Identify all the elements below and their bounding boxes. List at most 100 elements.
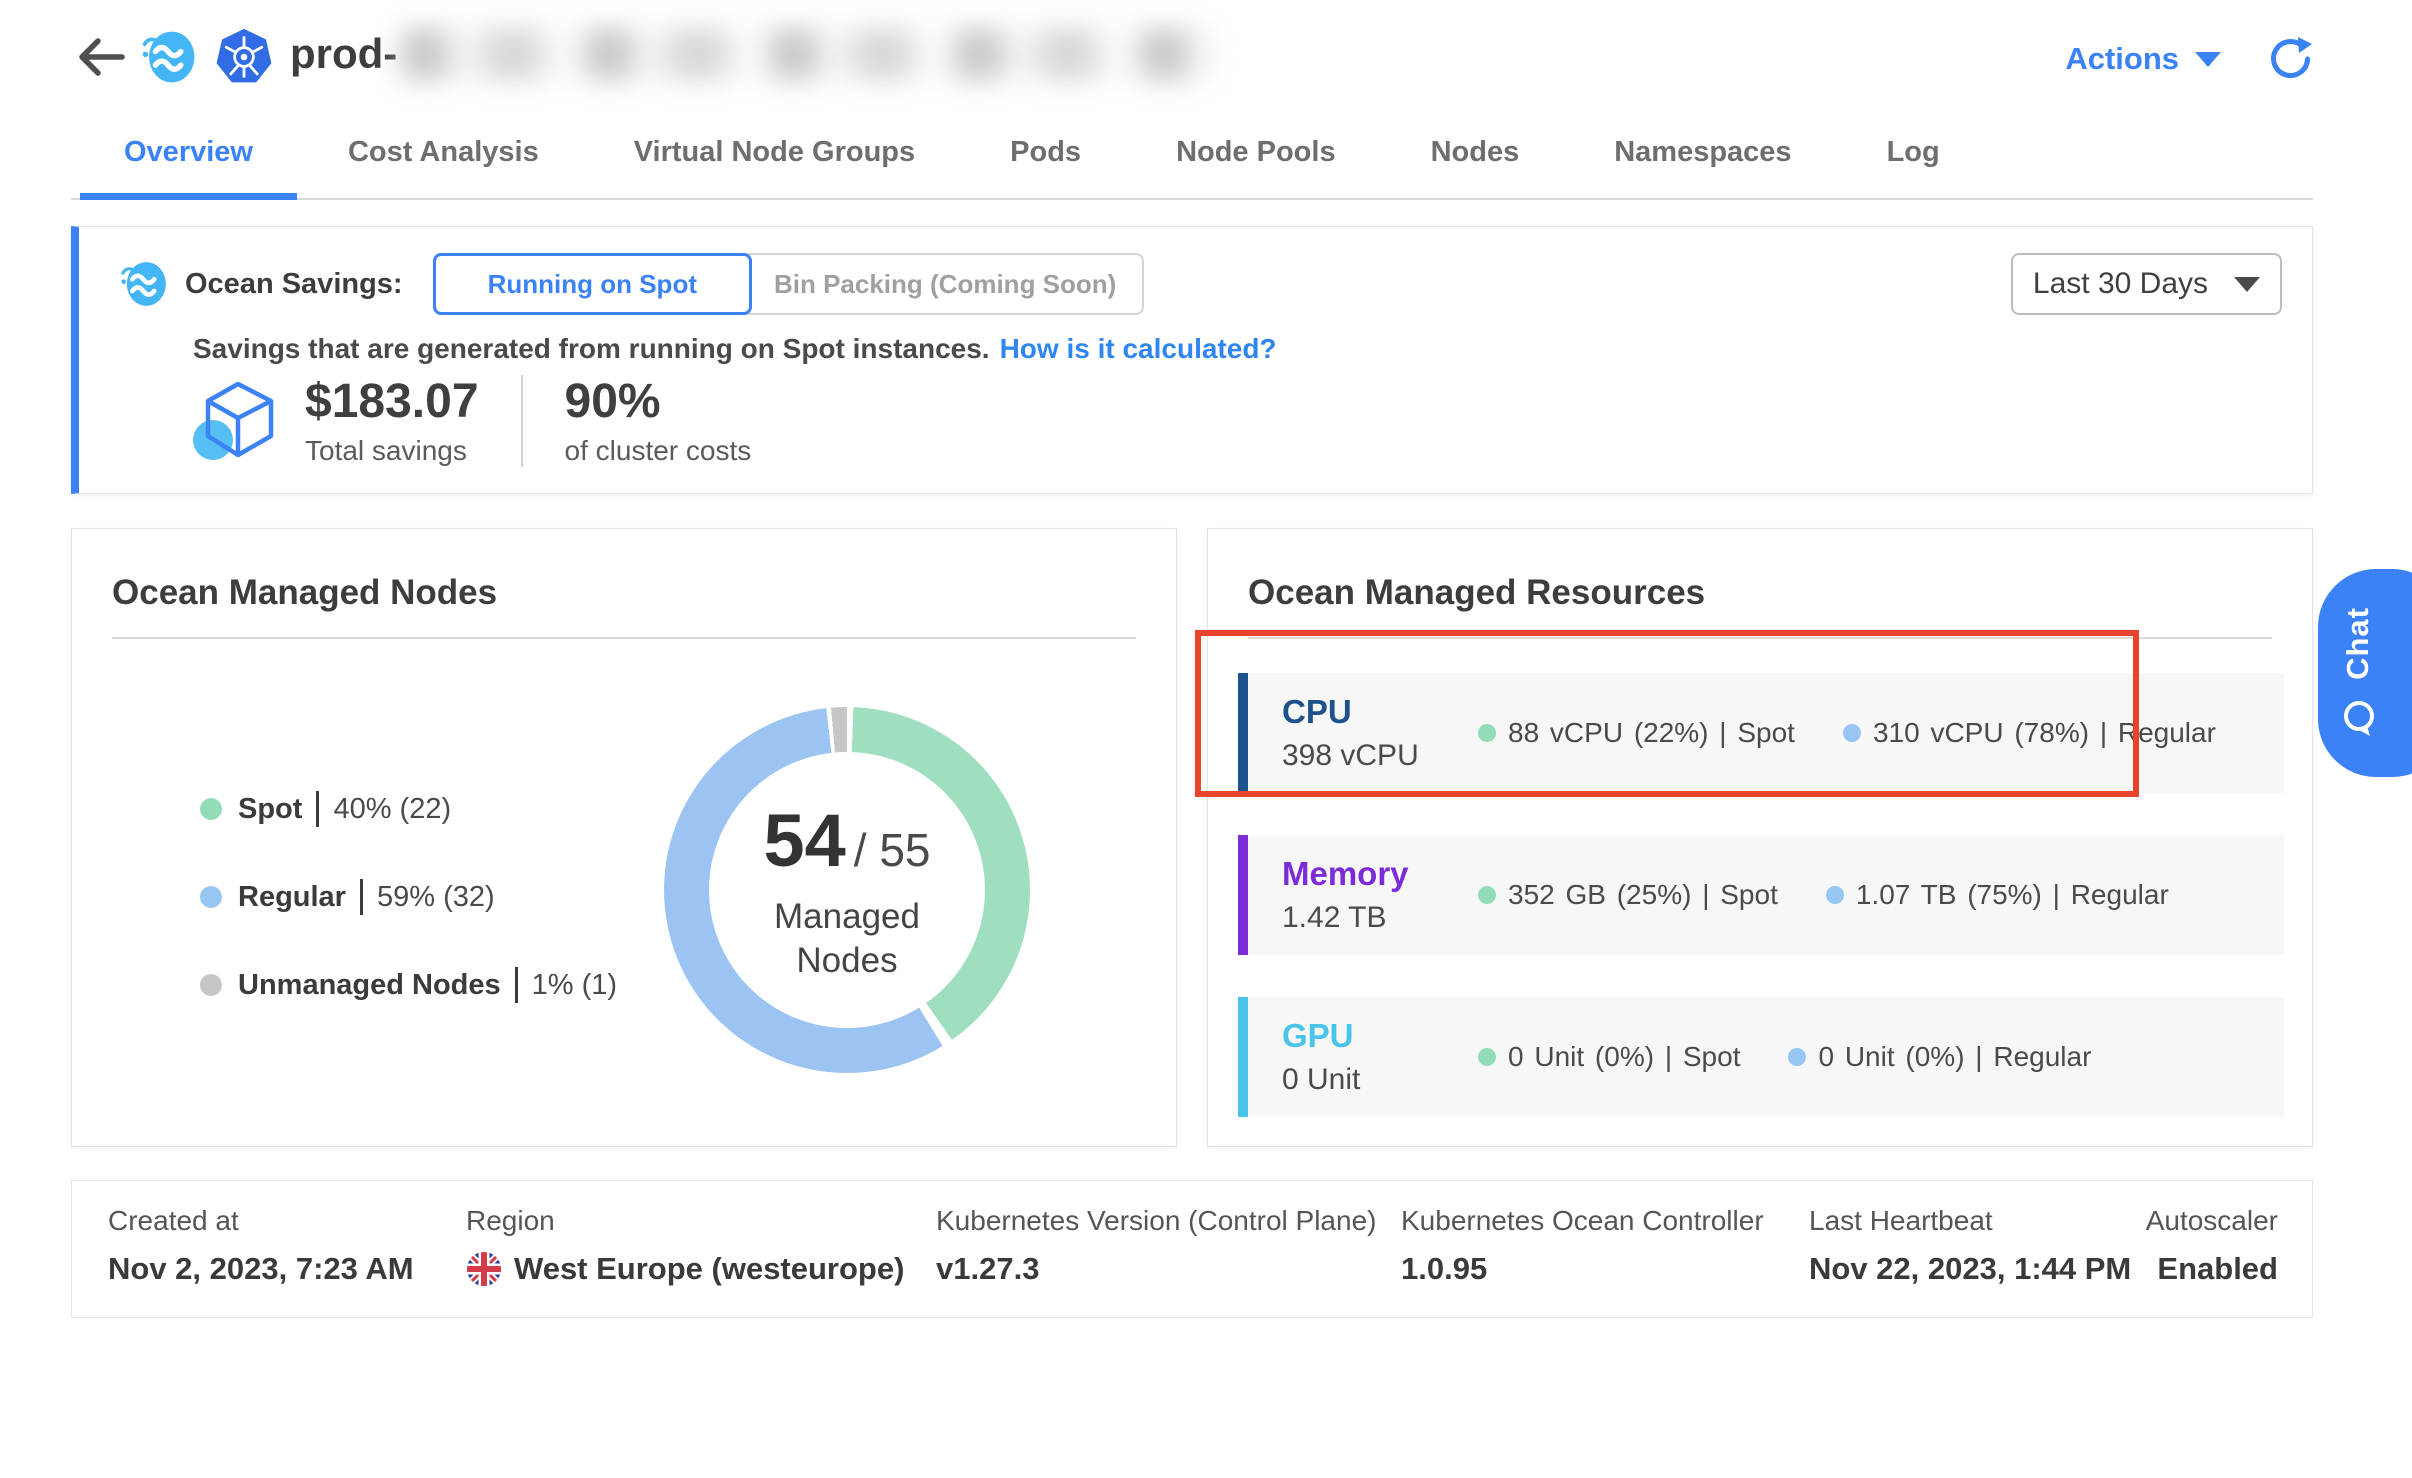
- unmanaged-dot-icon: [200, 974, 222, 996]
- tab-overview[interactable]: Overview: [124, 106, 253, 198]
- ocean-managed-resources-panel: Ocean Managed Resources CPU 398 vCPU 88 …: [1207, 528, 2313, 1147]
- gpu-spot-text: 0 Unit (0%) | Spot: [1508, 1041, 1740, 1073]
- footer-value: West Europe (westeurope): [514, 1251, 904, 1287]
- tab-nodes[interactable]: Nodes: [1431, 106, 1520, 198]
- footer-created-at: Created at Nov 2, 2023, 7:23 AM: [108, 1205, 414, 1287]
- back-button[interactable]: [74, 34, 128, 80]
- total-savings-value: $183.07: [305, 374, 479, 429]
- spot-dot-icon: [1478, 1048, 1496, 1066]
- back-arrow-icon: [74, 34, 128, 80]
- managed-nodes-donut-chart: 54 / 55 Managed Nodes: [664, 707, 1030, 1073]
- gpu-total-value: 0 Unit: [1282, 1063, 1478, 1097]
- footer-label: Created at: [108, 1205, 414, 1237]
- ocean-savings-label: Ocean Savings:: [185, 268, 403, 301]
- footer-label: Kubernetes Version (Control Plane): [936, 1205, 1376, 1237]
- cluster-cost-stat: 90% of cluster costs: [565, 374, 752, 467]
- resource-row-gpu: GPU 0 Unit 0 Unit (0%) | Spot 0 Unit (0%…: [1238, 997, 2284, 1117]
- total-savings-stat: $183.07 Total savings: [305, 374, 479, 467]
- managed-nodes-total: / 55: [854, 823, 931, 877]
- footer-ocean-controller: Kubernetes Ocean Controller 1.0.95: [1401, 1205, 1764, 1287]
- savings-description-text: Savings that are generated from running …: [193, 333, 990, 364]
- panel-divider: [1248, 637, 2272, 639]
- legend-label: Unmanaged Nodes: [238, 969, 501, 1002]
- header-actions: Actions: [2065, 36, 2313, 82]
- savings-description: Savings that are generated from running …: [193, 333, 1277, 365]
- regular-dot-icon: [200, 886, 222, 908]
- cpu-regular-text: 310 vCPU (78%) | Regular: [1873, 717, 2216, 749]
- footer-value: Nov 2, 2023, 7:23 AM: [108, 1251, 414, 1287]
- footer-value: 1.0.95: [1401, 1251, 1764, 1287]
- period-select[interactable]: Last 30 Days: [2011, 253, 2282, 315]
- how-calculated-link[interactable]: How is it calculated?: [1000, 333, 1277, 364]
- footer-label: Autoscaler: [2146, 1205, 2278, 1237]
- footer-autoscaler: Autoscaler Enabled: [2146, 1205, 2278, 1287]
- page-title: prod-: [290, 28, 1211, 80]
- footer-k8s-version: Kubernetes Version (Control Plane) v1.27…: [936, 1205, 1376, 1287]
- footer-label: Kubernetes Ocean Controller: [1401, 1205, 1764, 1237]
- panel-divider: [112, 637, 1136, 639]
- cluster-cost-label: of cluster costs: [565, 435, 752, 467]
- cpu-spot-text: 88 vCPU (22%) | Spot: [1508, 717, 1795, 749]
- ocean-logo-icon: [140, 28, 198, 86]
- footer-value: Enabled: [2146, 1251, 2278, 1287]
- managed-resources-title: Ocean Managed Resources: [1248, 573, 1705, 613]
- uk-flag-icon: [466, 1251, 502, 1287]
- spot-dot-icon: [1478, 886, 1496, 904]
- regular-dot-icon: [1826, 886, 1844, 904]
- resource-row-memory: Memory 1.42 TB 352 GB (25%) | Spot 1.07 …: [1238, 835, 2284, 955]
- regular-dot-icon: [1788, 1048, 1806, 1066]
- footer-region: Region West Europe (westeurope): [466, 1205, 904, 1287]
- legend-item-regular: Regular 59% (32): [200, 879, 617, 915]
- legend-item-unmanaged: Unmanaged Nodes 1% (1): [200, 967, 617, 1003]
- memory-spot-detail: 352 GB (25%) | Spot: [1478, 879, 1778, 911]
- chat-bubble-icon: [2340, 699, 2380, 739]
- tab-log[interactable]: Log: [1887, 106, 1940, 198]
- chat-button[interactable]: Chat: [2318, 569, 2412, 777]
- stat-divider: [521, 375, 523, 467]
- nodes-legend: Spot 40% (22) Regular 59% (32) Unmanaged…: [200, 791, 617, 1003]
- refresh-button[interactable]: [2267, 36, 2313, 82]
- cluster-name-prefix: prod-: [290, 30, 397, 78]
- period-select-value: Last 30 Days: [2033, 267, 2208, 301]
- footer-last-heartbeat: Last Heartbeat Nov 22, 2023, 1:44 PM: [1809, 1205, 2131, 1287]
- cpu-spot-detail: 88 vCPU (22%) | Spot: [1478, 717, 1795, 749]
- actions-button[interactable]: Actions: [2065, 41, 2221, 77]
- toggle-running-on-spot[interactable]: Running on Spot: [433, 253, 752, 315]
- tab-namespaces[interactable]: Namespaces: [1614, 106, 1791, 198]
- cube-icon: [191, 376, 285, 466]
- memory-total-value: 1.42 TB: [1282, 901, 1478, 935]
- memory-spot-text: 352 GB (25%) | Spot: [1508, 879, 1778, 911]
- chevron-down-icon: [2234, 277, 2260, 292]
- refresh-icon: [2267, 36, 2313, 82]
- managed-nodes-title: Ocean Managed Nodes: [112, 573, 497, 613]
- tab-bar: Overview Cost Analysis Virtual Node Grou…: [71, 106, 2313, 200]
- legend-item-spot: Spot 40% (22): [200, 791, 617, 827]
- total-savings-label: Total savings: [305, 435, 479, 467]
- toggle-bin-packing[interactable]: Bin Packing (Coming Soon): [748, 253, 1144, 315]
- memory-name: Memory: [1282, 855, 1478, 893]
- chevron-down-icon: [2195, 52, 2221, 67]
- managed-nodes-count: 54: [763, 798, 845, 883]
- tab-virtual-node-groups[interactable]: Virtual Node Groups: [634, 106, 915, 198]
- kubernetes-logo-icon: [214, 27, 274, 87]
- chat-label: Chat: [2340, 607, 2376, 680]
- cpu-total-value: 398 vCPU: [1282, 739, 1478, 773]
- gpu-regular-detail: 0 Unit (0%) | Regular: [1788, 1041, 2091, 1073]
- regular-dot-icon: [1843, 724, 1861, 742]
- tab-cost-analysis[interactable]: Cost Analysis: [348, 106, 539, 198]
- redacted-cluster-name: [401, 28, 1211, 80]
- cluster-cost-percent: 90%: [565, 374, 752, 429]
- savings-stats: $183.07 Total savings 90% of cluster cos…: [191, 374, 751, 467]
- tab-node-pools[interactable]: Node Pools: [1176, 106, 1336, 198]
- spot-dot-icon: [200, 798, 222, 820]
- memory-regular-text: 1.07 TB (75%) | Regular: [1856, 879, 2169, 911]
- spot-dot-icon: [1478, 724, 1496, 742]
- footer-value: Nov 22, 2023, 1:44 PM: [1809, 1251, 2131, 1287]
- managed-nodes-center-label: Managed Nodes: [747, 895, 947, 983]
- tab-pods[interactable]: Pods: [1010, 106, 1081, 198]
- cpu-regular-detail: 310 vCPU (78%) | Regular: [1843, 717, 2216, 749]
- ocean-managed-nodes-panel: Ocean Managed Nodes Spot 40% (22) Regula…: [71, 528, 1177, 1147]
- footer-value: v1.27.3: [936, 1251, 1376, 1287]
- ocean-wave-icon: [119, 259, 169, 309]
- page: prod- Actions Overview Cost Analysis Vir…: [0, 0, 2412, 1478]
